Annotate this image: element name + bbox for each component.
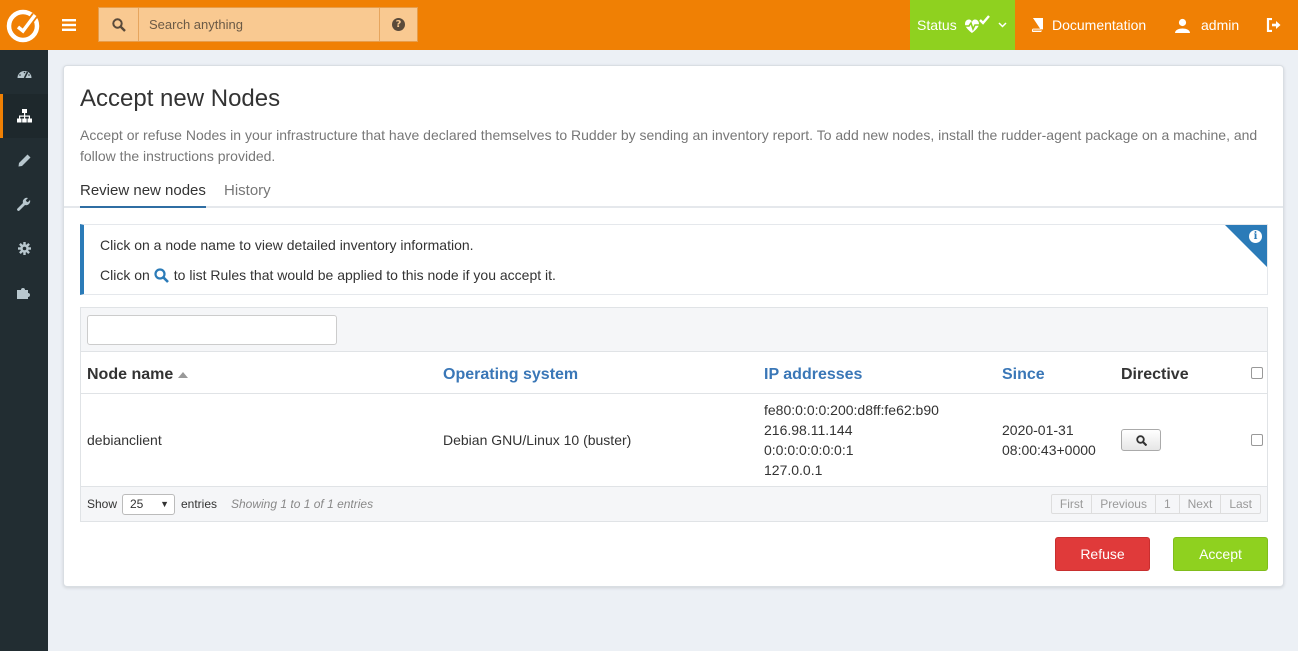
ip-cell: fe80:0:0:0:200:d8ff:fe62:b90 216.98.11.1… [764,400,939,480]
sitemap-icon [16,109,32,123]
col-ip-addresses[interactable]: IP addresses [764,366,862,384]
hamburger-icon [62,19,76,31]
table-row: debianclient Debian GNU/Linux 10 (buster… [81,394,1267,487]
global-search: ? [98,7,418,42]
caret-down-icon: ▼ [160,499,169,509]
heartbeat-check-icon [963,15,990,33]
select-all-checkbox[interactable] [1251,367,1263,379]
info-line-2-prefix: Click on [100,267,150,283]
col-since[interactable]: Since [1002,366,1045,384]
info-corner [1225,225,1267,267]
table-filter-input[interactable] [87,315,337,345]
since-time: 08:00:43+0000 [1002,442,1096,458]
pager-previous[interactable]: Previous [1092,495,1156,513]
ip-address: 127.0.0.1 [764,462,823,478]
status-dropdown[interactable]: Status [910,0,1015,50]
col-operating-system[interactable]: Operating system [443,366,578,384]
pager-last[interactable]: Last [1221,495,1260,513]
user-icon [1175,18,1190,33]
sidebar-item-administration[interactable] [0,226,48,270]
ip-address: fe80:0:0:0:200:d8ff:fe62:b90 [764,402,939,418]
documentation-link[interactable]: Documentation [1030,0,1146,50]
question-circle-icon: ? [392,18,405,31]
page-title: Accept new Nodes [80,85,281,112]
info-line-2: Click on to list Rules that would be app… [100,267,556,283]
sidebar-item-nodes[interactable] [0,94,48,138]
since-cell: 2020-01-31 08:00:43+0000 [1002,420,1096,460]
info-icon: i [1249,230,1262,243]
search-icon[interactable] [99,8,139,41]
tab-history[interactable]: History [224,182,271,206]
row-select-checkbox[interactable] [1251,434,1263,446]
directive-lookup-button[interactable] [1121,429,1161,451]
info-line-2-suffix: to list Rules that would be applied to t… [173,267,556,283]
col-directive: Directive [1121,366,1189,383]
showing-info: Showing 1 to 1 of 1 entries [231,497,374,511]
tab-bar: Review new nodes History [64,173,1283,208]
col-node-name[interactable]: Node name [87,366,189,384]
since-date: 2020-01-31 [1002,422,1074,438]
node-name-cell[interactable]: debianclient [87,432,162,448]
top-navbar: ? Status Documentation admin [0,0,1298,50]
pager-first[interactable]: First [1052,495,1093,513]
sidebar-toggle-button[interactable] [48,0,90,50]
tab-review-new-nodes[interactable]: Review new nodes [80,182,206,208]
pager-page-1[interactable]: 1 [1156,495,1180,513]
rudder-logo[interactable] [0,0,48,50]
sidebar-item-dashboard[interactable] [0,51,48,95]
user-menu[interactable]: admin [1175,0,1239,50]
gear-icon [17,241,31,255]
rudder-logo-icon [6,9,40,43]
accept-nodes-panel: Accept new Nodes Accept or refuse Nodes … [63,65,1284,587]
nodes-grid: Node name Operating system IP addresses … [81,351,1267,487]
pagination: First Previous 1 Next Last [1050,494,1261,514]
documentation-label: Documentation [1052,17,1147,33]
sign-out-icon [1266,18,1281,32]
ip-address: 216.98.11.144 [764,422,853,438]
sidebar-item-utilities[interactable] [0,182,48,226]
pending-nodes-table: Node name Operating system IP addresses … [80,307,1268,522]
wrench-icon [17,197,31,211]
dashboard-icon [17,70,31,78]
search-help-button[interactable]: ? [379,8,417,41]
os-cell: Debian GNU/Linux 10 (buster) [443,432,632,448]
book-icon [1031,18,1043,32]
page-size-select[interactable]: 25 ▼ [122,494,175,515]
sidebar-item-plugins[interactable] [0,270,48,314]
search-icon [154,267,169,283]
refuse-button[interactable]: Refuse [1055,537,1150,571]
info-line-1: Click on a node name to view detailed in… [100,237,474,253]
table-footer: Show 25 ▼ entries Showing 1 to 1 of 1 ent… [81,487,1267,521]
status-label: Status [917,17,957,33]
pager-next[interactable]: Next [1180,495,1222,513]
pencil-icon [18,154,30,166]
info-callout: Click on a node name to view detailed in… [80,224,1268,295]
logout-button[interactable] [1266,0,1282,50]
user-label: admin [1201,17,1240,33]
page-description: Accept or refuse Nodes in your infrastru… [80,127,1258,164]
chevron-down-icon [998,22,1007,28]
sort-asc-icon [178,371,189,378]
entries-label: entries [181,497,218,511]
ip-address: 0:0:0:0:0:0:0:1 [764,442,854,458]
sidebar [0,50,48,651]
puzzle-icon [17,287,30,299]
accept-button[interactable]: Accept [1173,537,1268,571]
table-header: Node name Operating system IP addresses … [81,351,1267,394]
sidebar-item-configuration[interactable] [0,138,48,182]
search-icon [1135,434,1147,446]
show-label: Show [87,497,118,511]
search-input[interactable] [139,8,379,41]
